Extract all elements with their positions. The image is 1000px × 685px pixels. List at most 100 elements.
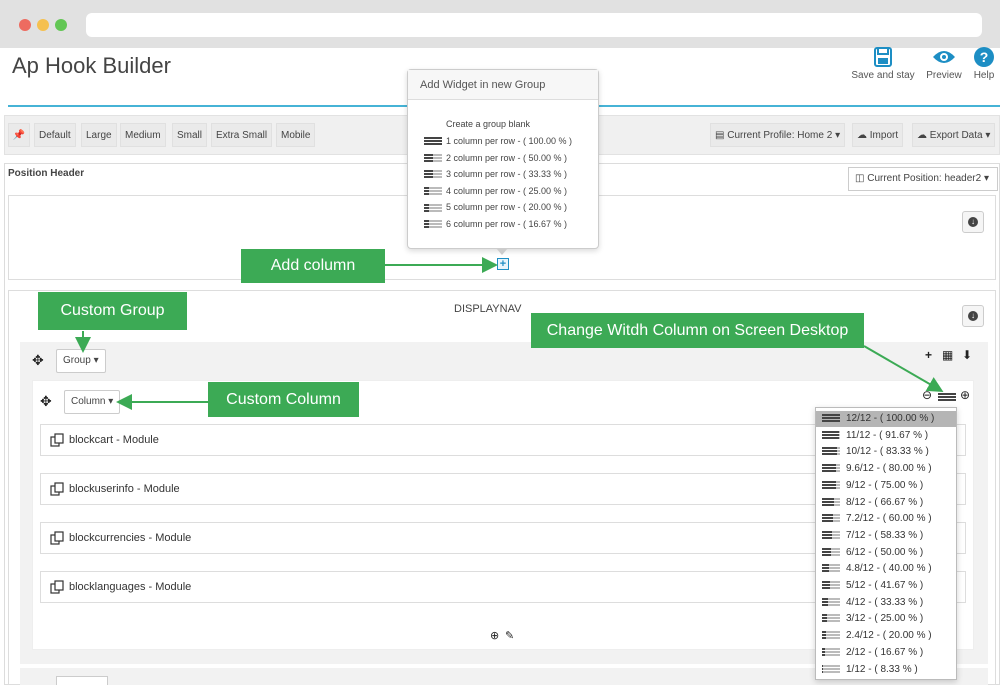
screen-large-button[interactable]: Large [81,123,117,147]
width-bars-icon [822,547,840,558]
width-bars-icon [822,597,840,608]
screen-mobile-button[interactable]: Mobile [276,123,316,147]
add-widget-circle-icon[interactable]: ⊕ [490,629,499,642]
group-column-option[interactable]: 2 column per row - ( 50.00 % ) [424,153,567,163]
current-profile-dropdown[interactable]: ▤ Current Profile: Home 2 ▾ [710,123,846,147]
screen-extra-small-button[interactable]: Extra Small [211,123,273,147]
group-column-option[interactable]: 5 column per row - ( 20.00 % ) [424,202,567,212]
preview-label: Preview [926,70,962,81]
group-column-option[interactable]: 1 column per row - ( 100.00 % ) [424,136,572,146]
group-column-option-label: 1 column per row - ( 100.00 % ) [446,136,573,146]
pencil-icon[interactable]: ✎ [505,629,514,642]
change-width-annotation: Change Witdh Column on Screen Desktop [531,313,864,348]
export-data-label: Export Data [929,130,983,141]
width-bars-icon [822,430,840,441]
width-option[interactable]: 5/12 - ( 41.67 % ) [816,578,956,594]
width-option[interactable]: 11/12 - ( 91.67 % ) [816,428,956,444]
screen-medium-button[interactable]: Medium [120,123,166,147]
width-bars-icon [822,414,840,424]
arrow-down-circle-icon[interactable]: ⬇ [962,348,972,362]
width-option[interactable]: 12/12 - ( 100.00 % ) [816,411,956,427]
plus-icon: + [499,258,507,270]
screen-default-button[interactable]: Default [34,123,76,147]
eye-icon [933,51,955,63]
save-icon [874,47,892,67]
cloud-upload-icon: ☁ [857,130,867,141]
position-label: Position Header [8,168,85,179]
column-layout-icon [424,137,442,146]
maximize-window-dot[interactable] [55,19,67,31]
section-toggle-button[interactable]: ↓ [962,211,984,233]
minimize-window-dot[interactable] [37,19,49,31]
minus-circle-icon[interactable]: ⊖ [922,388,932,402]
width-option[interactable]: 4.8/12 - ( 40.00 % ) [816,561,956,577]
column-dropdown[interactable]: Column ▾ [64,390,121,414]
popover-arrow [496,248,508,255]
width-option-label: 6/12 - ( 50.00 % ) [846,546,924,558]
group-column-option[interactable]: 4 column per row - ( 25.00 % ) [424,186,567,196]
width-option[interactable]: 8/12 - ( 66.67 % ) [816,495,956,511]
width-option[interactable]: 9.6/12 - ( 80.00 % ) [816,461,956,477]
group-column-option[interactable]: 3 column per row - ( 33.33 % ) [424,169,567,179]
width-option-label: 11/12 - ( 91.67 % ) [846,429,929,441]
width-option-label: 4.8/12 - ( 40.00 % ) [846,563,932,575]
column-layout-icon [424,220,442,229]
preview-button[interactable]: Preview [922,46,966,81]
width-bars-icon [822,614,840,624]
width-option[interactable]: 7.2/12 - ( 60.00 % ) [816,511,956,527]
column-width-icon[interactable] [938,393,956,403]
group-dropdown[interactable]: Group ▾ [56,349,106,373]
next-group-dropdown[interactable] [56,676,108,685]
create-group-blank-option[interactable]: Create a group blank [446,119,530,129]
width-option-label: 2/12 - ( 16.67 % ) [846,646,924,658]
import-button[interactable]: ☁ Import [852,123,904,147]
width-option[interactable]: 2.4/12 - ( 20.00 % ) [816,628,956,644]
copy-icon [50,580,64,594]
browser-chrome [0,0,1000,48]
column-label: Column [71,396,106,407]
group-column-option-label: 3 column per row - ( 33.33 % ) [446,169,568,180]
export-data-dropdown[interactable]: ☁ Export Data ▾ [912,123,996,147]
pin-button[interactable]: 📌 [8,123,30,147]
address-bar[interactable] [86,13,982,37]
width-option[interactable]: 10/12 - ( 83.33 % ) [816,444,956,460]
column-layout-icon [424,203,442,213]
add-widget-plus-icon[interactable]: + [925,348,932,362]
module-label: blockcart - Module [69,434,159,446]
screen-small-button[interactable]: Small [172,123,208,147]
caret-down-icon: ▾ [108,396,114,407]
current-position-label: Current Position: header2 [867,173,982,184]
plus-circle-icon[interactable]: ⊕ [960,388,970,402]
add-column-button[interactable]: + [497,258,509,270]
width-bars-icon [822,581,840,591]
move-column-icon[interactable]: ✥ [40,393,52,410]
width-bars-icon [822,497,840,508]
width-option-label: 3/12 - ( 25.00 % ) [846,613,924,625]
width-option[interactable]: 3/12 - ( 25.00 % ) [816,611,956,627]
group-column-option[interactable]: 6 column per row - ( 16.67 % ) [424,219,567,229]
displaynav-toggle-button[interactable]: ↓ [962,305,984,327]
save-and-stay-button[interactable]: Save and stay [850,46,916,81]
width-option[interactable]: 2/12 - ( 16.67 % ) [816,645,956,661]
current-position-dropdown[interactable]: ◫ Current Position: header2 ▾ [848,167,998,191]
move-group-icon[interactable]: ✥ [32,352,44,369]
width-option-label: 8/12 - ( 66.67 % ) [846,496,924,508]
page-title: Ap Hook Builder [12,53,171,78]
popover-title: Add Widget in new Group [408,70,598,100]
close-window-dot[interactable] [19,19,31,31]
grid-icon[interactable]: ▦ [942,348,953,362]
width-option[interactable]: 4/12 - ( 33.33 % ) [816,595,956,611]
width-option[interactable]: 6/12 - ( 50.00 % ) [816,545,956,561]
width-option[interactable]: 9/12 - ( 75.00 % ) [816,478,956,494]
group-column-option-label: 5 column per row - ( 20.00 % ) [446,202,568,213]
custom-group-annotation: Custom Group [38,292,187,330]
import-label: Import [869,130,899,141]
width-option-label: 10/12 - ( 83.33 % ) [846,446,929,458]
help-button[interactable]: ? Help [970,46,998,81]
caret-down-icon: ▾ [835,130,841,141]
width-option[interactable]: 1/12 - ( 8.33 % ) [816,662,956,678]
cloud-download-icon: ☁ [917,130,927,141]
width-option-label: 5/12 - ( 41.67 % ) [846,580,924,591]
current-profile-label: Current Profile: Home 2 [727,130,833,141]
width-option[interactable]: 7/12 - ( 58.33 % ) [816,528,956,544]
